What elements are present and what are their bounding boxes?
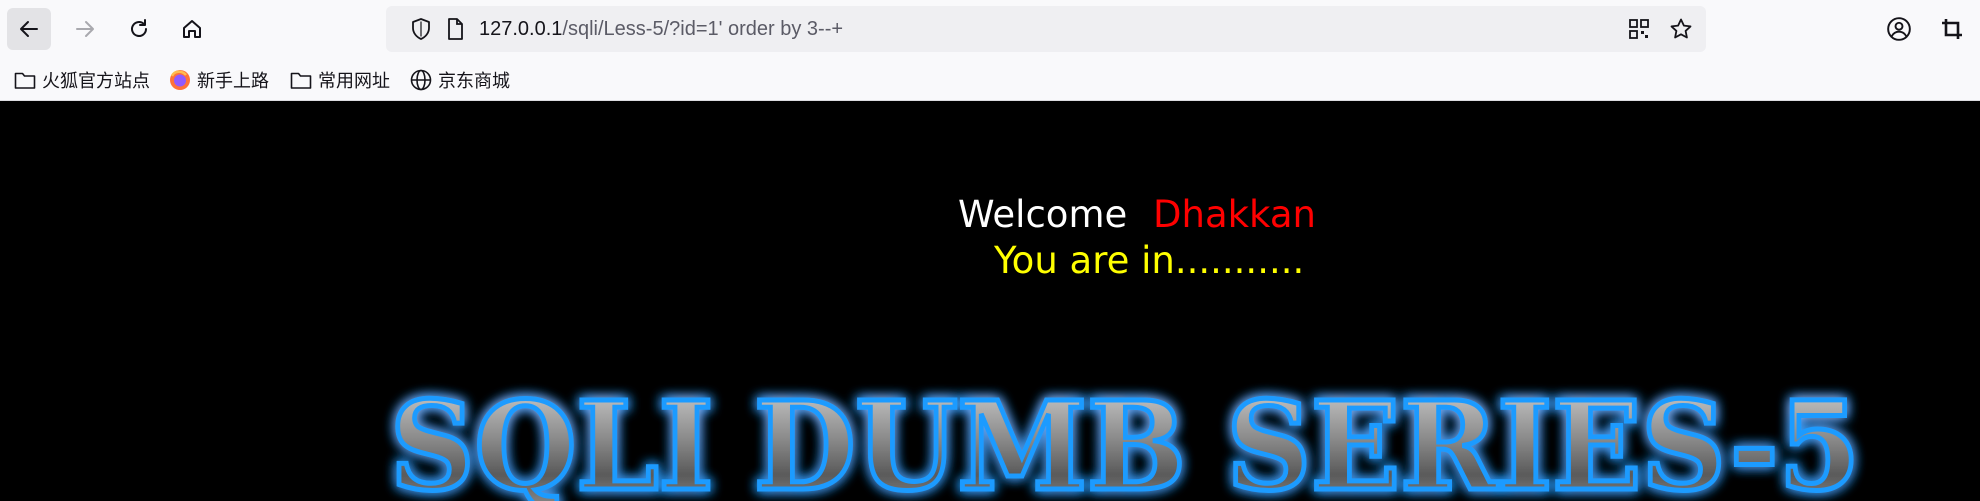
bookmark-label: 火狐官方站点 [42,70,150,92]
bookmark-item[interactable]: 常用网址 [290,58,390,101]
url-host: 127.0.0.1 [479,18,563,40]
account-icon [1887,17,1911,41]
account-button[interactable] [1884,14,1914,44]
bookmark-label: 京东商城 [438,70,510,92]
page-content: Welcome Dhakkan You are in........... SQ… [0,101,1980,501]
login-status-text: You are in........... [994,239,1305,282]
reload-icon [131,19,147,37]
crop-button[interactable] [1937,14,1967,44]
address-bar[interactable]: 127.0.0.1/sqli/Less-5/?id=1' order by 3-… [386,6,1706,52]
bookmarks-toolbar: 火狐官方站点 新手上路 常用网址 京东商城 [0,58,1980,101]
bookmark-label: 常用网址 [318,70,390,92]
welcome-text: Welcome [958,193,1128,236]
url-text[interactable]: 127.0.0.1/sqli/Less-5/?id=1' order by 3-… [479,6,843,52]
home-icon [183,20,201,38]
bookmark-item[interactable]: 火狐官方站点 [14,58,150,101]
globe-icon [410,69,432,90]
crop-icon [1942,19,1962,39]
star-icon[interactable] [1669,17,1693,41]
page-icon[interactable] [443,17,467,41]
firefox-icon [170,69,190,90]
folder-icon [290,72,312,89]
home-button[interactable] [170,8,214,50]
forward-button[interactable] [63,8,107,50]
banner-text: SQLI DUMB SERIES-5 [390,374,1860,501]
forward-arrow-icon [76,21,94,37]
back-arrow-icon [20,21,38,37]
username-text: Dhakkan [1153,193,1316,236]
qr-code-icon[interactable] [1627,17,1651,41]
sqli-banner: SQLI DUMB SERIES-5 [388,372,1863,501]
back-button[interactable] [7,8,51,50]
shield-icon[interactable] [409,17,433,41]
bookmark-item[interactable]: 新手上路 [169,58,269,101]
folder-icon [14,72,36,89]
bookmark-item[interactable]: 京东商城 [410,58,510,101]
bookmark-label: 新手上路 [197,70,269,92]
url-path: /sqli/Less-5/?id=1' order by 3--+ [562,18,844,40]
reload-button[interactable] [117,8,161,50]
browser-toolbar: 127.0.0.1/sqli/Less-5/?id=1' order by 3-… [0,0,1980,58]
